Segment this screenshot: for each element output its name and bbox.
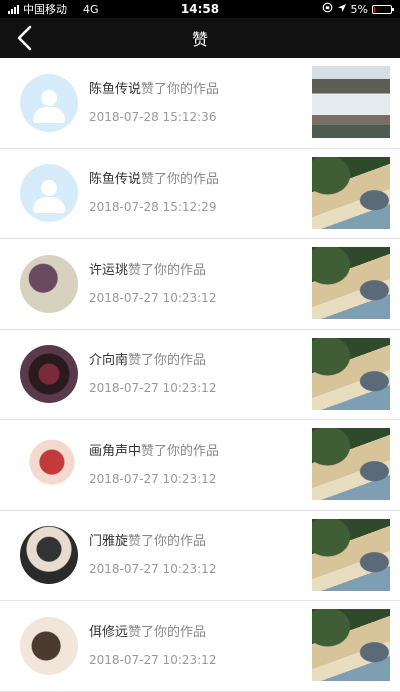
chevron-left-icon — [17, 25, 32, 51]
list-item[interactable]: 介向南赞了你的作品 2018-07-27 10:23:12 — [0, 330, 400, 420]
action-text: 赞了你的作品 — [141, 81, 220, 97]
username[interactable]: 门雅旋 — [89, 534, 128, 549]
back-button[interactable] — [10, 22, 42, 54]
default-avatar-icon[interactable] — [20, 73, 78, 132]
username[interactable]: 陈鱼传说 — [89, 172, 141, 187]
likes-list: 陈鱼传说赞了你的作品 2018-07-28 15:12:36 陈鱼传说赞了你的作… — [0, 58, 400, 692]
status-bar: 中国移动 4G 14:58 5% — [0, 0, 400, 18]
username[interactable]: 陈鱼传说 — [89, 82, 141, 97]
action-text: 赞了你的作品 — [128, 353, 207, 369]
username[interactable]: 许运珧 — [89, 263, 128, 278]
action-text: 赞了你的作品 — [128, 534, 207, 550]
action-text: 赞了你的作品 — [128, 262, 207, 278]
list-item[interactable]: 陈鱼传说赞了你的作品 2018-07-28 15:12:36 — [0, 58, 400, 149]
signal-icon — [8, 4, 19, 14]
battery-percent: 5% — [350, 2, 368, 16]
action-text: 赞了你的作品 — [141, 443, 220, 459]
location-icon — [337, 3, 347, 16]
orientation-lock-icon — [322, 2, 333, 16]
work-thumbnail[interactable] — [312, 337, 390, 410]
carrier-label: 中国移动 — [23, 3, 67, 16]
list-item[interactable]: 许运珧赞了你的作品 2018-07-27 10:23:12 — [0, 239, 400, 330]
avatar[interactable] — [20, 254, 78, 313]
avatar[interactable] — [20, 616, 78, 675]
default-avatar-icon[interactable] — [20, 164, 78, 223]
battery-icon — [372, 4, 394, 14]
status-right: 5% — [322, 2, 394, 16]
username[interactable]: 画角声中 — [89, 444, 141, 459]
work-thumbnail[interactable] — [312, 609, 390, 681]
list-item[interactable]: 陈鱼传说赞了你的作品 2018-07-28 15:12:29 — [0, 149, 400, 239]
action-text: 赞了你的作品 — [141, 172, 220, 188]
avatar[interactable] — [20, 526, 78, 585]
work-thumbnail[interactable] — [312, 156, 390, 229]
navigation-bar: 赞 — [0, 18, 400, 58]
action-text: 赞了你的作品 — [128, 624, 207, 640]
list-item[interactable]: 佴修远赞了你的作品 2018-07-27 10:23:12 — [0, 601, 400, 692]
list-item[interactable]: 门雅旋赞了你的作品 2018-07-27 10:23:12 — [0, 511, 400, 601]
avatar[interactable] — [20, 345, 78, 404]
work-thumbnail[interactable] — [312, 518, 390, 591]
work-thumbnail[interactable] — [312, 247, 390, 319]
network-label: 4G — [83, 2, 99, 16]
work-thumbnail[interactable] — [312, 66, 390, 138]
status-left: 中国移动 4G — [8, 1, 99, 17]
battery-level — [374, 6, 375, 12]
username[interactable]: 佴修远 — [89, 625, 128, 640]
list-item[interactable]: 画角声中赞了你的作品 2018-07-27 10:23:12 — [0, 420, 400, 511]
avatar[interactable] — [20, 435, 78, 494]
work-thumbnail[interactable] — [312, 428, 390, 500]
username[interactable]: 介向南 — [89, 353, 128, 368]
page-title: 赞 — [191, 30, 208, 49]
